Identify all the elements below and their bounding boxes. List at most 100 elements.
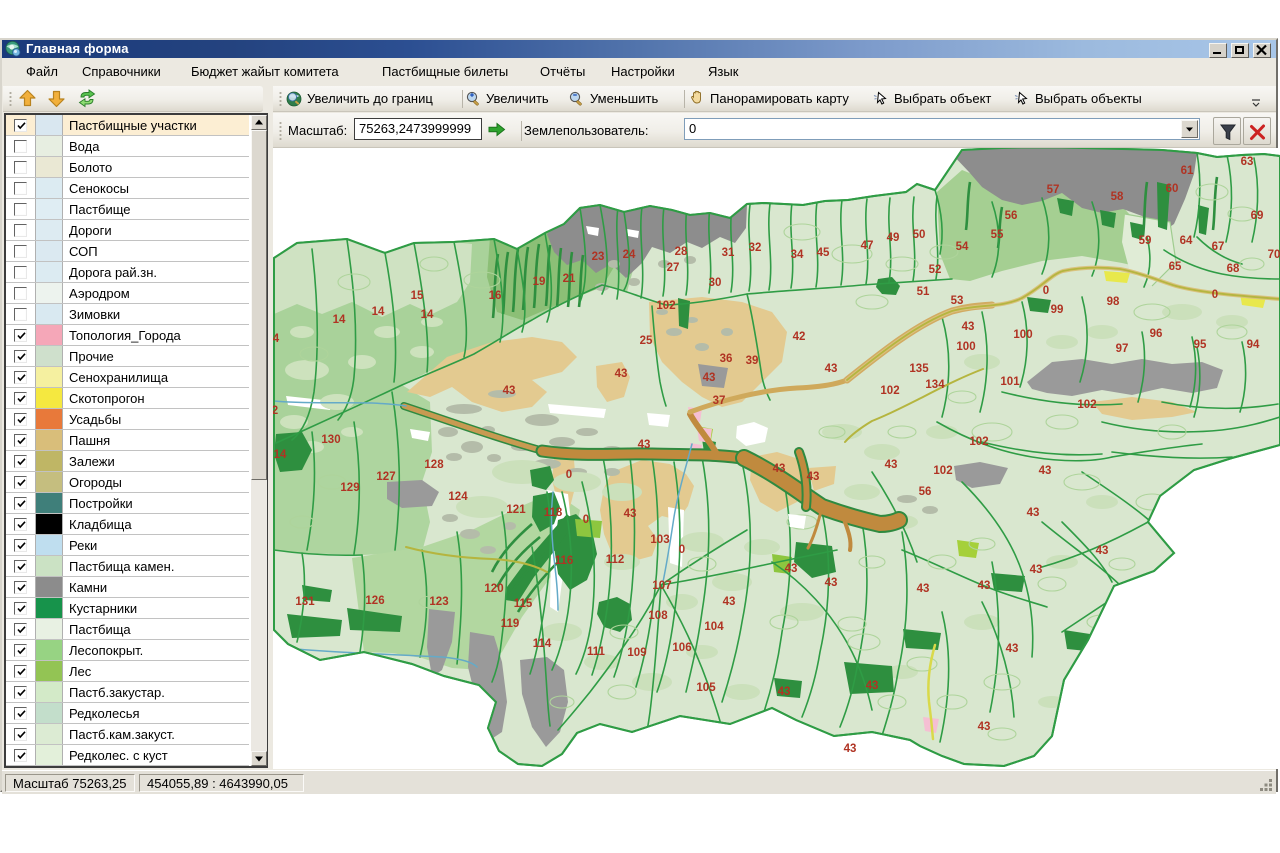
svg-text:114: 114 [533, 638, 552, 650]
svg-text:61: 61 [1181, 165, 1194, 177]
svg-text:25: 25 [640, 335, 653, 347]
svg-text:95: 95 [1194, 339, 1207, 351]
svg-text:43: 43 [624, 508, 637, 520]
svg-text:108: 108 [648, 610, 668, 622]
svg-text:43: 43 [917, 583, 930, 595]
svg-text:116: 116 [555, 555, 574, 567]
svg-text:19: 19 [533, 276, 546, 288]
svg-text:0: 0 [679, 544, 685, 556]
svg-text:43: 43 [703, 372, 716, 384]
svg-text:36: 36 [720, 353, 733, 365]
svg-text:119: 119 [501, 618, 520, 630]
svg-text:43: 43 [1027, 507, 1040, 519]
svg-text:52: 52 [929, 264, 942, 276]
svg-text:43: 43 [773, 463, 786, 475]
svg-text:49: 49 [887, 232, 900, 244]
svg-text:56: 56 [919, 486, 932, 498]
svg-text:43: 43 [615, 368, 628, 380]
svg-text:43: 43 [1006, 643, 1019, 655]
svg-text:105: 105 [696, 682, 716, 694]
svg-text:102: 102 [880, 385, 899, 397]
svg-text:43: 43 [785, 563, 798, 575]
svg-text:50: 50 [913, 229, 926, 241]
svg-text:101: 101 [1000, 376, 1020, 388]
svg-text:34: 34 [791, 249, 804, 261]
svg-text:57: 57 [1047, 184, 1060, 196]
svg-text:98: 98 [1107, 296, 1120, 308]
svg-text:0: 0 [1212, 289, 1218, 301]
svg-text:43: 43 [807, 471, 820, 483]
svg-text:112: 112 [606, 554, 625, 566]
svg-text:16: 16 [489, 290, 502, 302]
svg-text:21: 21 [563, 273, 576, 285]
svg-text:43: 43 [638, 439, 651, 451]
svg-text:31: 31 [722, 247, 735, 259]
svg-text:118: 118 [544, 507, 563, 519]
svg-text:43: 43 [962, 321, 975, 333]
svg-text:43: 43 [1039, 465, 1052, 477]
svg-text:42: 42 [793, 331, 806, 343]
svg-text:39: 39 [746, 355, 759, 367]
svg-text:0: 0 [583, 514, 589, 526]
svg-text:47: 47 [861, 240, 874, 252]
svg-text:53: 53 [951, 295, 964, 307]
svg-text:60: 60 [1166, 183, 1179, 195]
svg-text:94: 94 [1247, 339, 1260, 351]
svg-text:4: 4 [273, 333, 280, 345]
svg-text:28: 28 [675, 246, 688, 258]
svg-text:55: 55 [991, 229, 1004, 241]
svg-text:32: 32 [749, 242, 762, 254]
svg-text:126: 126 [365, 595, 384, 607]
svg-text:121: 121 [506, 504, 526, 516]
svg-text:54: 54 [956, 241, 969, 253]
svg-text:99: 99 [1051, 304, 1064, 316]
svg-text:0: 0 [1043, 285, 1049, 297]
svg-text:23: 23 [592, 251, 605, 263]
svg-text:24: 24 [623, 249, 636, 261]
svg-text:128: 128 [424, 459, 444, 471]
svg-text:43: 43 [978, 721, 991, 733]
svg-text:14: 14 [372, 306, 385, 318]
svg-text:120: 120 [484, 583, 503, 595]
svg-text:129: 129 [340, 482, 359, 494]
svg-text:96: 96 [1150, 328, 1163, 340]
svg-text:45: 45 [817, 247, 830, 259]
svg-text:65: 65 [1169, 261, 1182, 273]
svg-text:102: 102 [933, 465, 952, 477]
svg-text:103: 103 [650, 534, 669, 546]
svg-text:102: 102 [969, 436, 988, 448]
svg-text:43: 43 [885, 459, 898, 471]
svg-text:102: 102 [656, 300, 675, 312]
svg-text:43: 43 [503, 385, 516, 397]
svg-text:27: 27 [667, 262, 680, 274]
svg-text:30: 30 [709, 277, 722, 289]
svg-text:43: 43 [866, 680, 879, 692]
svg-text:58: 58 [1111, 191, 1124, 203]
svg-text:69: 69 [1251, 210, 1264, 222]
svg-text:135: 135 [909, 363, 929, 375]
svg-text:106: 106 [672, 642, 691, 654]
svg-text:56: 56 [1005, 210, 1018, 222]
svg-text:100: 100 [956, 341, 975, 353]
svg-text:43: 43 [723, 596, 736, 608]
svg-text:14: 14 [421, 309, 434, 321]
svg-text:43: 43 [825, 577, 838, 589]
svg-text:43: 43 [1096, 545, 1109, 557]
svg-text:68: 68 [1227, 263, 1240, 275]
svg-text:43: 43 [844, 743, 857, 755]
svg-text:0: 0 [566, 469, 572, 481]
svg-text:43: 43 [778, 686, 791, 698]
svg-text:63: 63 [1241, 156, 1254, 168]
svg-text:111: 111 [587, 646, 606, 658]
svg-text:130: 130 [321, 434, 340, 446]
svg-text:43: 43 [1030, 564, 1043, 576]
svg-text:70: 70 [1268, 249, 1280, 261]
svg-text:97: 97 [1116, 343, 1129, 355]
svg-text:15: 15 [411, 290, 424, 302]
svg-text:67: 67 [1212, 241, 1225, 253]
svg-text:14: 14 [274, 449, 287, 461]
svg-text:123: 123 [429, 596, 448, 608]
svg-text:134: 134 [925, 379, 945, 391]
svg-text:59: 59 [1139, 235, 1152, 247]
svg-text:2: 2 [273, 405, 278, 417]
